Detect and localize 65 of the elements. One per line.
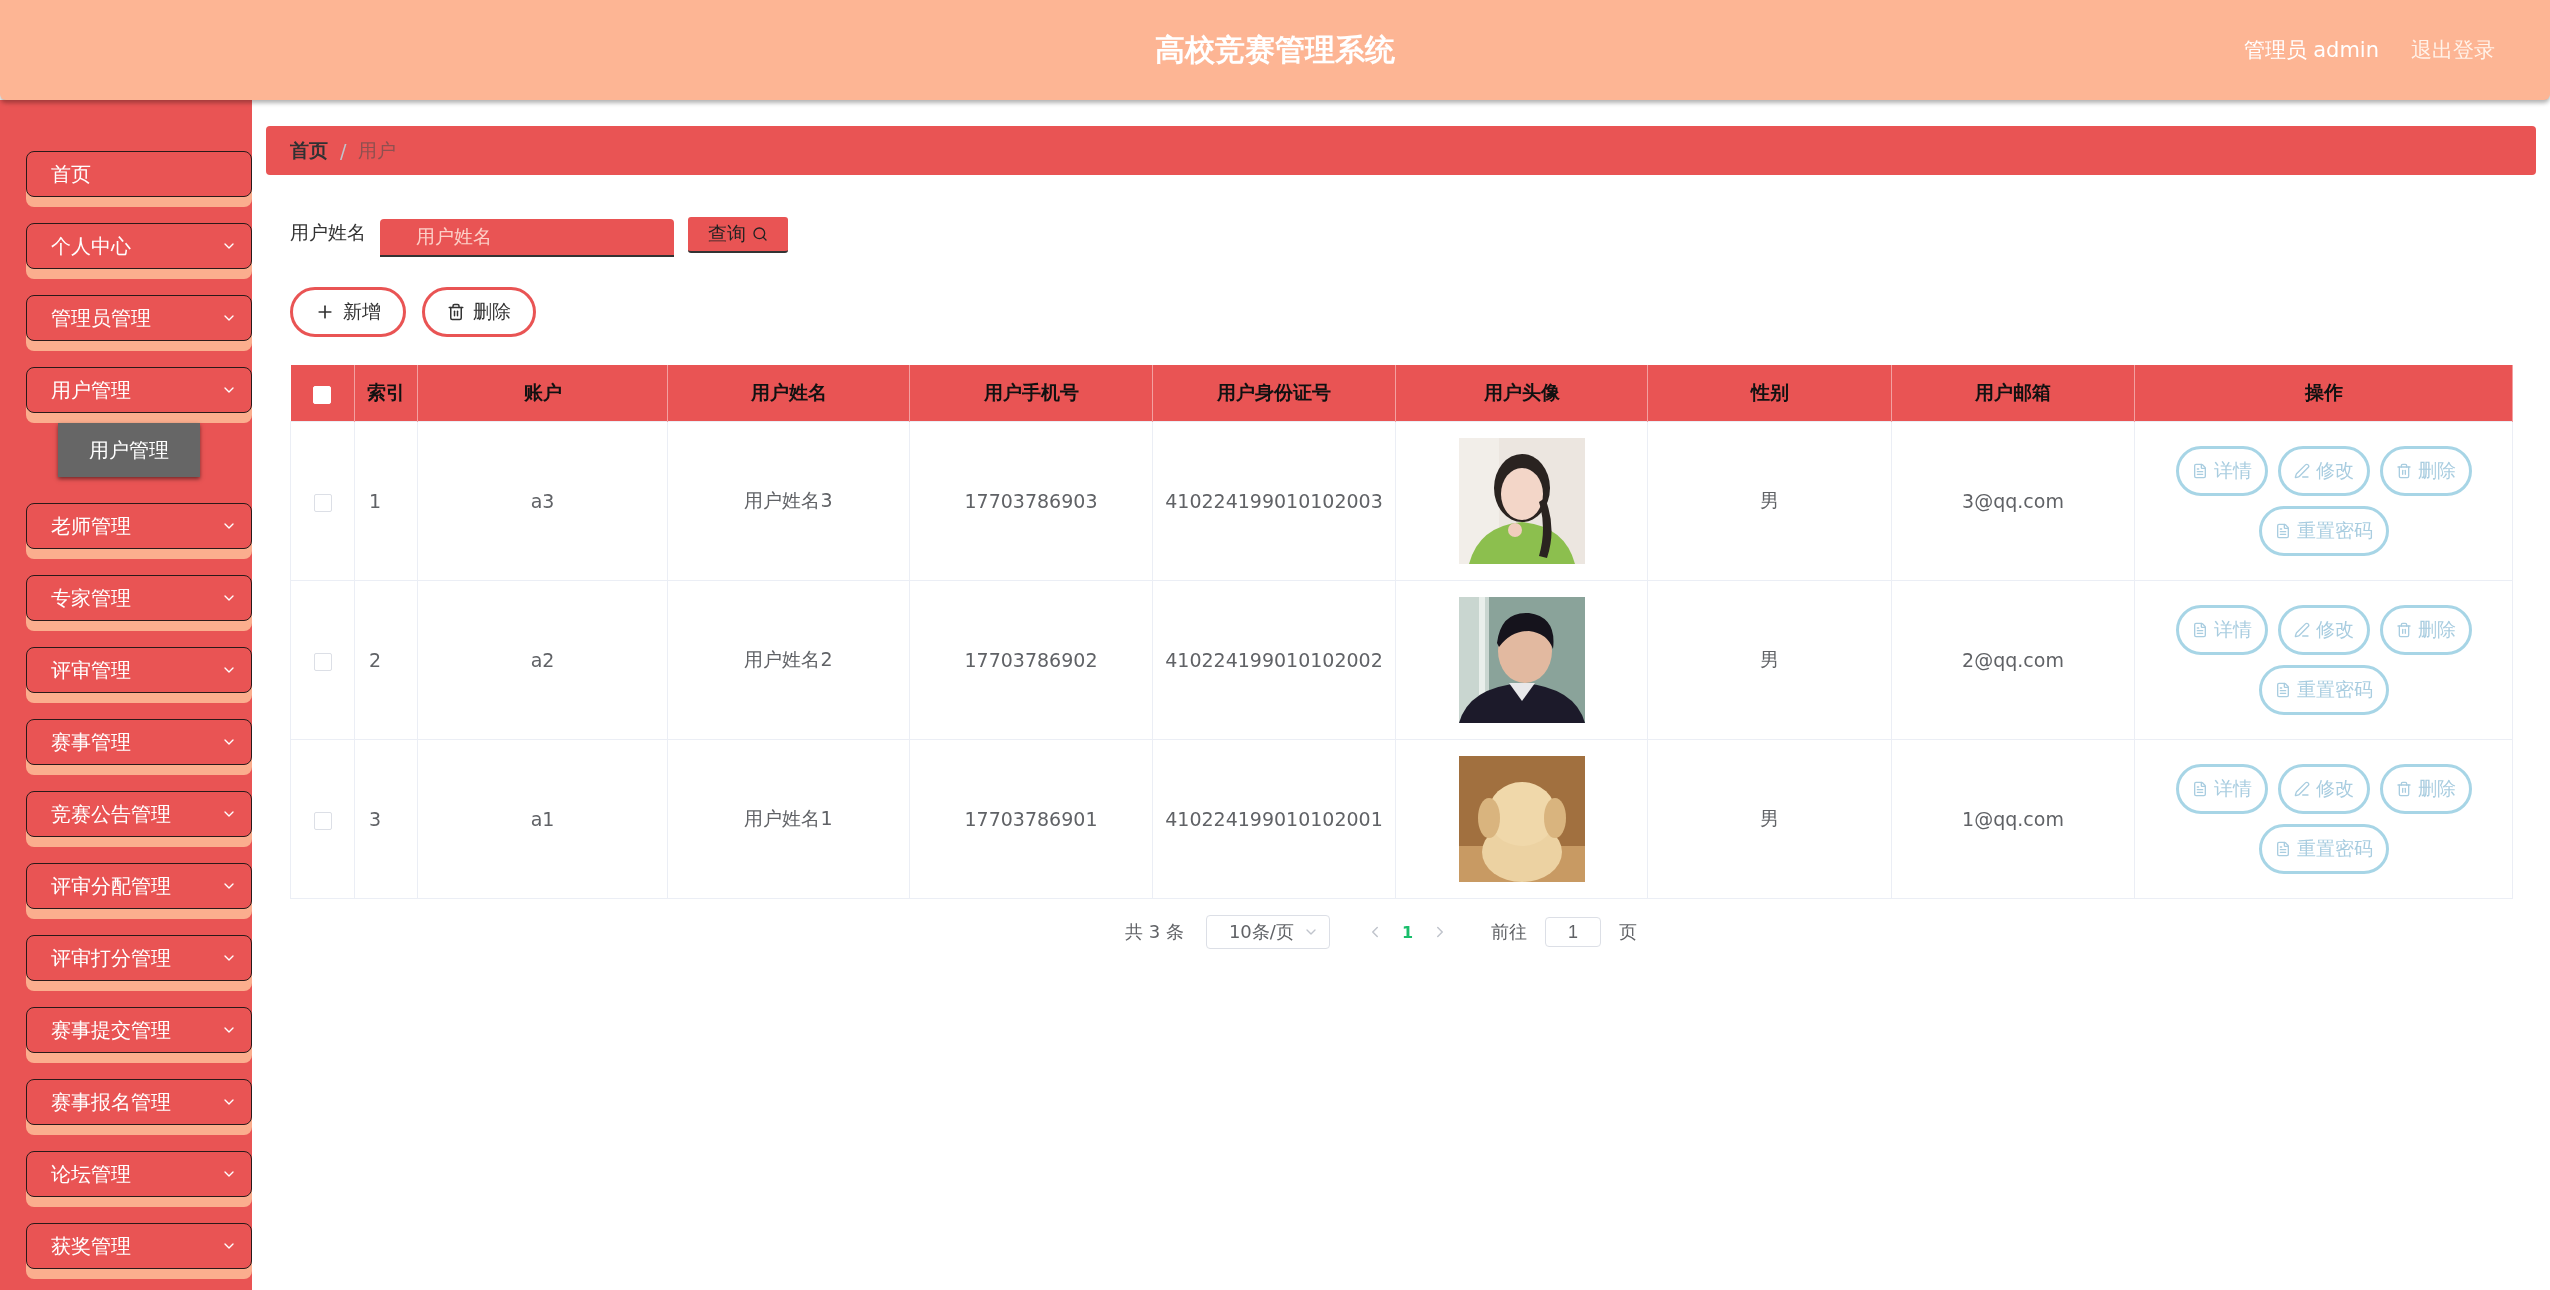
select-all-checkbox[interactable]: [313, 385, 332, 404]
table-cell: 2@qq.com: [1962, 649, 2064, 671]
breadcrumb-separator: /: [340, 139, 347, 162]
pen-icon: [2293, 781, 2310, 797]
breadcrumb-link[interactable]: 首页: [290, 137, 328, 164]
table-cell: 17703786903: [964, 490, 1098, 512]
table-cell: 17703786901: [964, 808, 1098, 830]
pen-icon: [2293, 622, 2310, 638]
column-header: 用户姓名: [667, 365, 910, 422]
table-cell: 2: [369, 649, 382, 671]
table-cell: 410224199010102001: [1165, 808, 1383, 830]
table-cell: 3: [369, 808, 382, 830]
trash-icon: [2395, 622, 2412, 638]
page-size-select[interactable]: 10条/页: [1205, 915, 1330, 949]
document-icon: [2191, 463, 2208, 479]
user-label: 管理员 admin: [2243, 37, 2379, 64]
delete-button[interactable]: 删除: [422, 287, 536, 337]
table-cell: 1: [369, 490, 382, 512]
column-header: 索引: [354, 365, 418, 422]
page-number[interactable]: 1: [1401, 922, 1413, 942]
page-jump-field[interactable]: 1: [1545, 917, 1601, 947]
row-checkbox[interactable]: [313, 652, 332, 671]
goto-label: 前往: [1491, 920, 1527, 944]
row-checkbox[interactable]: [313, 493, 332, 512]
app-title: 高校竞赛管理系统: [1155, 30, 1395, 69]
table-cell: 用户姓名2: [744, 648, 833, 670]
column-header: 用户头像: [1395, 365, 1648, 422]
search-icon: [752, 226, 768, 242]
document-icon: [2274, 841, 2291, 857]
column-header: 账户: [417, 365, 668, 422]
table-cell: 男: [1760, 648, 1779, 670]
pen-icon: [2293, 463, 2310, 479]
total-count: 共 3 条: [1124, 920, 1184, 944]
document-icon: [2191, 781, 2208, 797]
trash-icon: [2395, 463, 2412, 479]
column-header: 操作: [2134, 365, 2513, 422]
table-cell: 410224199010102002: [1165, 649, 1383, 671]
page-suffix: 页: [1619, 920, 1637, 944]
table-cell: 17703786902: [964, 649, 1098, 671]
document-icon: [2274, 682, 2291, 698]
column-header: 用户邮箱: [1891, 365, 2135, 422]
row-checkbox[interactable]: [313, 811, 332, 830]
table-cell: 男: [1760, 489, 1779, 511]
table-cell: 3@qq.com: [1962, 490, 2064, 512]
table-cell: 410224199010102003: [1165, 490, 1383, 512]
query-button[interactable]: 查询: [688, 217, 788, 253]
table-cell: a2: [530, 649, 555, 671]
table-cell: 用户姓名1: [744, 807, 833, 829]
submenu-item[interactable]: 用户管理: [58, 423, 200, 477]
document-icon: [2274, 523, 2291, 539]
column-header: 用户身份证号: [1152, 365, 1396, 422]
table-cell: a1: [530, 808, 555, 830]
table-cell: a3: [530, 490, 555, 512]
add-button[interactable]: 新增: [290, 287, 406, 337]
table-cell: 男: [1760, 807, 1779, 829]
breadcrumb-current: 用户: [358, 137, 397, 163]
table-cell: 1@qq.com: [1962, 808, 2064, 830]
column-header: 性别: [1647, 365, 1892, 422]
table-cell: 用户姓名3: [744, 489, 833, 511]
column-header: 用户手机号: [909, 365, 1153, 422]
trash-icon: [2395, 781, 2412, 797]
trash-icon: [447, 303, 465, 321]
search-label: 用户姓名: [290, 220, 366, 245]
document-icon: [2191, 622, 2208, 638]
search-field[interactable]: 用户姓名: [380, 219, 674, 257]
